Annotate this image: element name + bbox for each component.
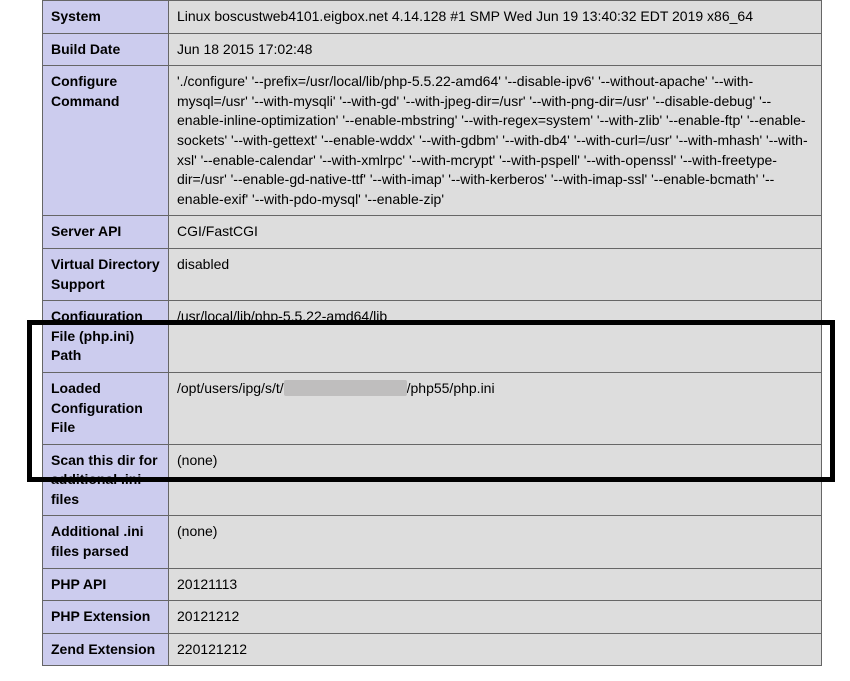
- path-prefix: /opt/users/ipg/s/t/: [177, 380, 284, 396]
- row-value: /opt/users/ipg/s/t/xxxxxxxxxxxxxxxxx/php…: [169, 372, 822, 444]
- row-value: (none): [169, 516, 822, 568]
- row-label: PHP API: [43, 568, 169, 601]
- row-label: Additional .ini files parsed: [43, 516, 169, 568]
- row-value: Jun 18 2015 17:02:48: [169, 33, 822, 66]
- table-row: Loaded Configuration File/opt/users/ipg/…: [43, 372, 822, 444]
- phpinfo-panel: SystemLinux boscustweb4101.eigbox.net 4.…: [0, 0, 850, 666]
- row-value: (none): [169, 444, 822, 516]
- table-row: Virtual Directory Supportdisabled: [43, 248, 822, 300]
- row-value: 20121212: [169, 601, 822, 634]
- row-label: Zend Extension: [43, 633, 169, 666]
- table-row: Zend Extension220121212: [43, 633, 822, 666]
- row-label: Configuration File (php.ini) Path: [43, 301, 169, 373]
- row-label: Virtual Directory Support: [43, 248, 169, 300]
- row-label: Server API: [43, 216, 169, 249]
- table-row: SystemLinux boscustweb4101.eigbox.net 4.…: [43, 1, 822, 34]
- table-row: Configuration File (php.ini) Path/usr/lo…: [43, 301, 822, 373]
- row-label: System: [43, 1, 169, 34]
- redacted-segment: xxxxxxxxxxxxxxxxx: [284, 380, 407, 396]
- table-row: PHP Extension20121212: [43, 601, 822, 634]
- row-label: Build Date: [43, 33, 169, 66]
- table-row: Additional .ini files parsed(none): [43, 516, 822, 568]
- table-row: Build DateJun 18 2015 17:02:48: [43, 33, 822, 66]
- table-row: Configure Command'./configure' '--prefix…: [43, 66, 822, 216]
- row-label: Configure Command: [43, 66, 169, 216]
- row-value: 20121113: [169, 568, 822, 601]
- table-row: PHP API20121113: [43, 568, 822, 601]
- row-value: 220121212: [169, 633, 822, 666]
- row-value: './configure' '--prefix=/usr/local/lib/p…: [169, 66, 822, 216]
- row-label: Scan this dir for additional .ini files: [43, 444, 169, 516]
- phpinfo-table: SystemLinux boscustweb4101.eigbox.net 4.…: [42, 0, 822, 666]
- row-label: Loaded Configuration File: [43, 372, 169, 444]
- row-value: CGI/FastCGI: [169, 216, 822, 249]
- path-suffix: /php55/php.ini: [407, 380, 495, 396]
- table-row: Server APICGI/FastCGI: [43, 216, 822, 249]
- table-row: Scan this dir for additional .ini files(…: [43, 444, 822, 516]
- row-value: /usr/local/lib/php-5.5.22-amd64/lib: [169, 301, 822, 373]
- row-label: PHP Extension: [43, 601, 169, 634]
- row-value: Linux boscustweb4101.eigbox.net 4.14.128…: [169, 1, 822, 34]
- row-value: disabled: [169, 248, 822, 300]
